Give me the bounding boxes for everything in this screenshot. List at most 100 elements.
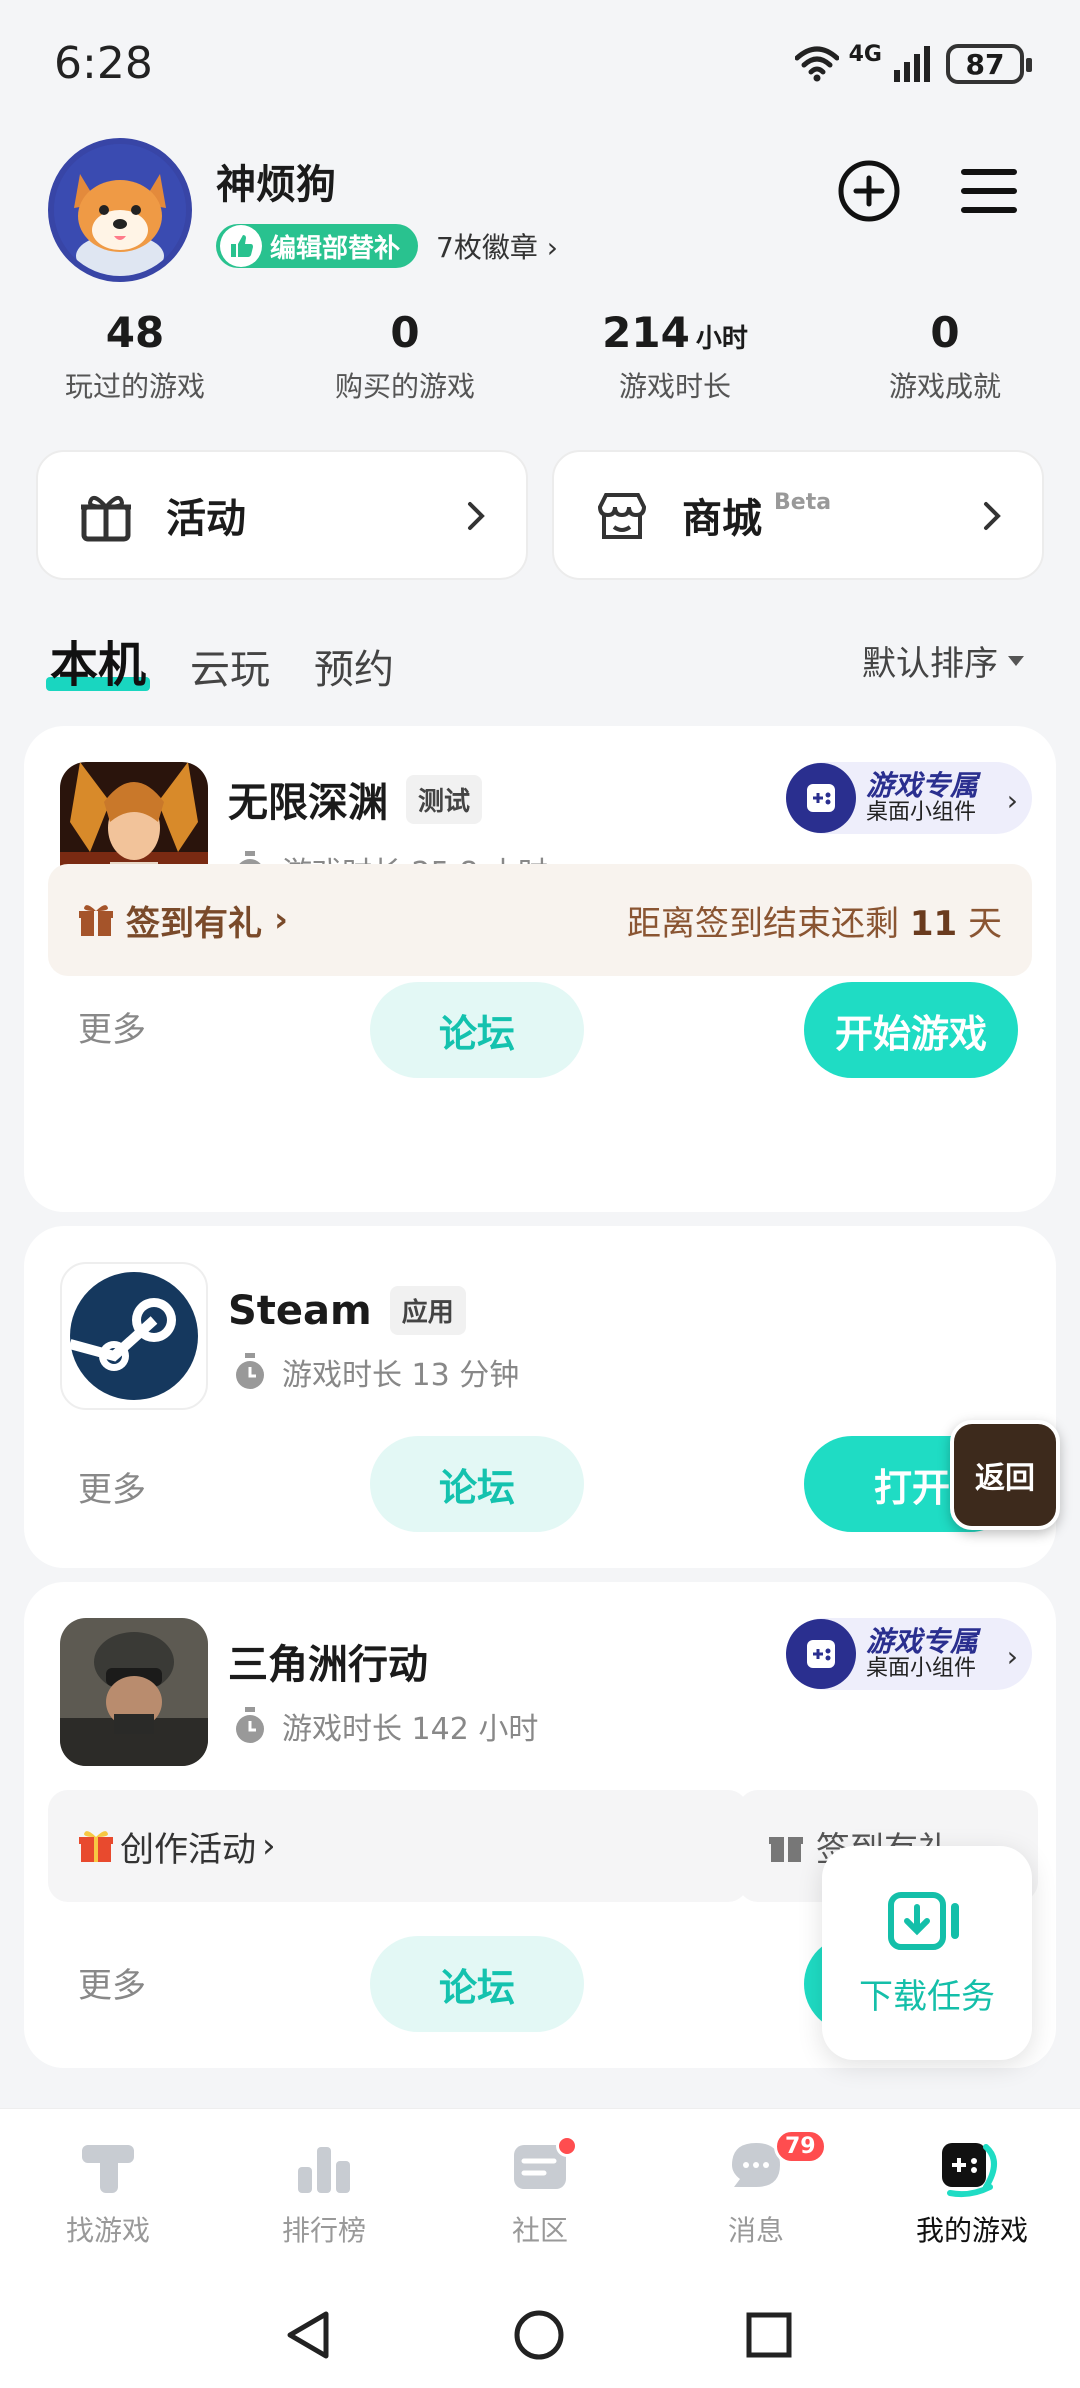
tab-cloud[interactable]: 云玩 xyxy=(190,637,270,695)
stat-purchased[interactable]: 0 购买的游戏 xyxy=(270,308,540,405)
sort-label: 默认排序 xyxy=(862,644,998,684)
stat-played[interactable]: 48 玩过的游戏 xyxy=(0,308,270,405)
playtime-text: 游戏时长 13 分钟 xyxy=(282,1358,520,1393)
countdown-days: 11 xyxy=(909,903,958,944)
ranking-icon xyxy=(298,2147,350,2193)
steam-logo-icon xyxy=(68,1272,198,1400)
game-title[interactable]: Steam xyxy=(228,1288,372,1334)
game-card: Steam 应用 游戏时长 13 分钟 更多 论坛 打开 xyxy=(24,1226,1056,1568)
stat-playtime[interactable]: 214 小时 游戏时长 xyxy=(540,308,810,405)
medal-count-link[interactable]: 7枚徽章 › xyxy=(436,226,558,266)
activity-label: 活动 xyxy=(166,496,246,542)
nav-messages[interactable]: 79 消息 xyxy=(648,2109,864,2278)
message-count-badge: 79 xyxy=(774,2129,827,2164)
tab-local[interactable]: 本机 xyxy=(45,625,151,695)
checkin-label: 签到有礼 xyxy=(126,903,262,944)
nav-find-games[interactable]: 找游戏 xyxy=(0,2109,216,2278)
chevron-right-icon: › xyxy=(1006,1640,1018,1673)
widget-text: 游戏专属 桌面小组件 xyxy=(866,1626,978,1682)
checkin-link[interactable]: 签到有礼 › xyxy=(78,896,288,945)
stat-label: 游戏成就 xyxy=(888,370,1001,403)
game-title[interactable]: 无限深渊 xyxy=(228,770,388,828)
widget-subtitle: 桌面小组件 xyxy=(866,1656,977,1682)
wifi-icon xyxy=(794,46,839,82)
more-button[interactable]: 更多 xyxy=(78,1462,146,1511)
checkin-bar[interactable]: 签到有礼 › 距离签到结束还剩 11 天 xyxy=(48,864,1032,976)
widget-title: 游戏专属 xyxy=(866,768,979,802)
checkin-countdown: 距离签到结束还剩 11 天 xyxy=(627,896,1002,945)
back-float-button[interactable]: 返回 xyxy=(950,1420,1060,1530)
gift-icon xyxy=(769,1837,803,1862)
game-art-icon xyxy=(60,1618,208,1766)
stat-label: 玩过的游戏 xyxy=(64,370,205,403)
gift-icon xyxy=(81,495,131,542)
chevron-right-icon: › xyxy=(274,900,289,940)
playtime-row: 游戏时长 142 小时 xyxy=(232,1704,538,1748)
download-tasks-button[interactable]: 下载任务 xyxy=(822,1846,1032,2060)
avatar[interactable] xyxy=(48,138,192,282)
game-title[interactable]: 三角洲行动 xyxy=(228,1632,428,1690)
nav-community[interactable]: 社区 xyxy=(432,2109,648,2278)
download-tasks-label: 下载任务 xyxy=(859,1976,995,2017)
forum-button[interactable]: 论坛 xyxy=(370,1936,584,2032)
nav-my-games[interactable]: 我的游戏 xyxy=(864,2109,1080,2278)
sort-dropdown[interactable]: 默认排序 xyxy=(862,636,1024,685)
game-icon-steam[interactable] xyxy=(60,1262,208,1410)
status-bar: 6:28 4G 87 xyxy=(0,0,1080,130)
gift-icon xyxy=(79,905,113,936)
creation-activity-label: 创作活动 xyxy=(120,1829,256,1870)
chevron-right-icon xyxy=(468,502,485,530)
medal-count: 7枚徽章 xyxy=(436,231,538,264)
stat-achievements[interactable]: 0 游戏成就 xyxy=(810,308,1080,405)
shiba-avatar-icon xyxy=(54,144,186,276)
gift-icon xyxy=(79,1831,113,1862)
playtime-text: 游戏时长 142 小时 xyxy=(282,1712,539,1747)
more-button[interactable]: 更多 xyxy=(78,1958,146,2007)
game-tag: 应用 xyxy=(389,1286,466,1335)
forum-button[interactable]: 论坛 xyxy=(370,982,584,1078)
system-nav-bar xyxy=(0,2278,1080,2388)
widget-subtitle: 桌面小组件 xyxy=(866,800,977,826)
status-icons: 4G 87 xyxy=(794,41,1032,84)
network-type: 4G xyxy=(848,41,882,67)
home-circle-icon[interactable] xyxy=(512,2308,566,2362)
chevron-right-icon xyxy=(984,502,1001,530)
username[interactable]: 神烦狗 xyxy=(216,152,336,210)
game-title-row: Steam 应用 xyxy=(228,1286,466,1335)
battery-level: 87 xyxy=(965,47,1005,81)
download-icon xyxy=(888,1891,959,1950)
notification-dot xyxy=(556,2135,578,2157)
chevron-right-icon: › xyxy=(1006,784,1018,817)
add-circle-icon[interactable] xyxy=(836,158,902,224)
back-triangle-icon[interactable] xyxy=(282,2308,332,2362)
forum-button[interactable]: 论坛 xyxy=(370,1436,584,1532)
desktop-widget-button[interactable]: 游戏专属 桌面小组件 › xyxy=(786,762,1032,834)
badge-row: 编辑部替补 7枚徽章 › xyxy=(216,224,558,268)
creation-activity-link[interactable]: 创作活动 › xyxy=(48,1790,748,1902)
more-button[interactable]: 更多 xyxy=(78,1002,146,1051)
stat-value: 214 xyxy=(602,308,690,357)
stat-label: 游戏时长 xyxy=(618,370,731,403)
nav-label: 消息 xyxy=(727,2214,784,2247)
recents-square-icon[interactable] xyxy=(744,2310,794,2360)
mall-card[interactable]: 商城 Beta xyxy=(552,450,1044,580)
game-card: 无限深渊 测试 游戏时长 25.8 小时 游戏专属 桌面小组件 › 签到有礼 ›… xyxy=(24,726,1056,1212)
start-game-button[interactable]: 开始游戏 xyxy=(804,982,1018,1078)
stat-value: 0 xyxy=(390,308,420,357)
chevron-right-icon: › xyxy=(262,1826,276,1866)
battery-indicator: 87 xyxy=(946,44,1032,84)
stopwatch-icon xyxy=(236,1707,264,1743)
countdown-prefix: 距离签到结束还剩 xyxy=(627,903,900,944)
role-badge-label: 编辑部替补 xyxy=(270,233,401,264)
stats-row: 48 玩过的游戏 0 购买的游戏 214 小时 游戏时长 0 游戏成就 xyxy=(0,308,1080,405)
game-tag: 测试 xyxy=(406,774,483,824)
activity-card[interactable]: 活动 xyxy=(36,450,528,580)
menu-icon[interactable] xyxy=(956,158,1022,224)
nav-ranking[interactable]: 排行榜 xyxy=(216,2109,432,2278)
role-badge[interactable]: 编辑部替补 xyxy=(216,224,419,268)
desktop-widget-button[interactable]: 游戏专属 桌面小组件 › xyxy=(786,1618,1032,1690)
widget-text: 游戏专属 桌面小组件 xyxy=(866,768,979,826)
tab-reserve[interactable]: 预约 xyxy=(314,637,394,695)
nav-label: 排行榜 xyxy=(281,2214,366,2247)
game-icon-delta-force[interactable] xyxy=(60,1618,208,1766)
